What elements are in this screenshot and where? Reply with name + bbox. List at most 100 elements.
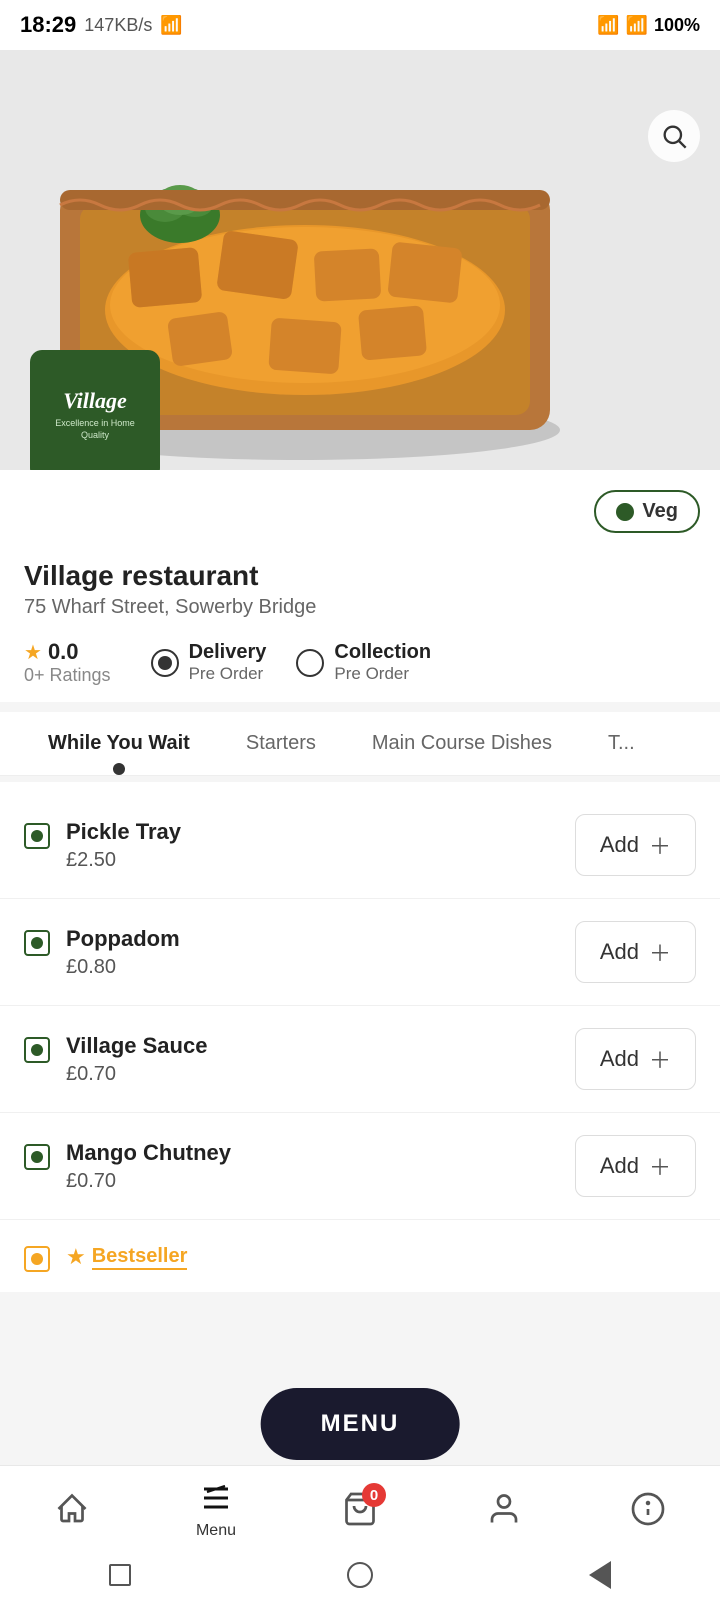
order-options: Delivery Pre Order Collection Pre Order	[151, 641, 432, 684]
collection-labels: Collection Pre Order	[334, 641, 431, 684]
veg-indicator-mango-chutney	[24, 1144, 50, 1170]
menu-icon	[196, 1478, 236, 1518]
bestseller-item-partial: ★ Bestseller	[0, 1220, 720, 1282]
add-label: Add	[600, 1153, 639, 1179]
tab-main-course[interactable]: Main Course Dishes	[344, 712, 580, 775]
item-price-village-sauce: £0.70	[66, 1063, 207, 1086]
nav-menu-label: Menu	[196, 1522, 236, 1540]
rating-stars: ★ 0.0	[24, 639, 79, 665]
network-icons: 📶	[160, 15, 182, 36]
add-button-village-sauce[interactable]: Add ＋	[575, 1028, 696, 1090]
add-label: Add	[600, 832, 639, 858]
network-speed: 147KB/s	[84, 15, 152, 36]
restaurant-address: 75 Wharf Street, Sowerby Bridge	[24, 596, 696, 619]
delivery-radio	[151, 649, 179, 677]
info-icon	[628, 1489, 668, 1529]
add-button-mango-chutney[interactable]: Add ＋	[575, 1135, 696, 1197]
restaurant-logo: Village Excellence in Home Quality	[30, 350, 160, 470]
delivery-label: Delivery	[189, 641, 267, 664]
bestseller-badge: ★ Bestseller	[66, 1244, 187, 1270]
logo-subtitle: Excellence in Home Quality	[40, 418, 150, 441]
veg-dot-orange	[31, 1253, 43, 1265]
menu-item-info: Poppadom £0.80	[66, 926, 180, 979]
add-button-pickle-tray[interactable]: Add ＋	[575, 814, 696, 876]
delivery-labels: Delivery Pre Order	[189, 641, 267, 684]
plus-icon: ＋	[649, 936, 671, 968]
search-button[interactable]	[648, 110, 700, 162]
nav-info[interactable]	[628, 1489, 668, 1529]
menu-items-list: Pickle Tray £2.50 Add ＋ Poppadom £0.80 A…	[0, 782, 720, 1292]
plus-icon: ＋	[649, 829, 671, 861]
veg-indicator-pickle-tray	[24, 823, 50, 849]
veg-dot	[31, 830, 43, 842]
tab-starters[interactable]: Starters	[218, 712, 344, 775]
restaurant-name: Village restaurant	[24, 560, 696, 592]
logo-village: Village	[63, 388, 127, 414]
nav-menu[interactable]: Menu	[196, 1478, 236, 1540]
add-button-poppadom[interactable]: Add ＋	[575, 921, 696, 983]
delivery-radio-inner	[158, 656, 172, 670]
star-icon: ★	[24, 640, 42, 665]
menu-item-mango-chutney: Mango Chutney £0.70 Add ＋	[0, 1113, 720, 1220]
item-price-mango-chutney: £0.70	[66, 1170, 231, 1193]
nav-account[interactable]	[484, 1489, 524, 1529]
recent-apps-icon	[109, 1564, 131, 1586]
menu-item-info: Village Sauce £0.70	[66, 1033, 207, 1086]
home-circle-icon	[347, 1562, 373, 1588]
veg-indicator-poppadom	[24, 930, 50, 956]
category-tabs: While You Wait Starters Main Course Dish…	[0, 712, 720, 776]
status-bar: 18:29 147KB/s 📶 📶 📶 100%	[0, 0, 720, 50]
account-icon	[484, 1489, 524, 1529]
nav-cart[interactable]: 0	[340, 1489, 380, 1529]
collection-radio	[296, 649, 324, 677]
bestseller-label: Bestseller	[92, 1245, 188, 1270]
veg-toggle-label: Veg	[642, 500, 678, 523]
menu-item-left: Pickle Tray £2.50	[24, 819, 181, 872]
menu-item-village-sauce: Village Sauce £0.70 Add ＋	[0, 1006, 720, 1113]
home-button[interactable]	[342, 1557, 378, 1593]
search-icon	[660, 122, 688, 150]
veg-dot	[31, 1044, 43, 1056]
status-time-network: 18:29 147KB/s 📶	[20, 12, 183, 38]
back-arrow-icon	[589, 1561, 611, 1589]
veg-toggle-button[interactable]: Veg	[594, 490, 700, 533]
tab-more[interactable]: T...	[580, 712, 663, 775]
item-price-pickle-tray: £2.50	[66, 849, 181, 872]
veg-indicator-bestseller	[24, 1246, 50, 1272]
plus-icon: ＋	[649, 1150, 671, 1182]
menu-float-button[interactable]: MENU	[261, 1388, 460, 1460]
item-price-poppadom: £0.80	[66, 956, 180, 979]
back-button[interactable]	[582, 1557, 618, 1593]
rating-count: 0+ Ratings	[24, 665, 111, 686]
collection-sublabel: Pre Order	[334, 664, 431, 684]
item-name-village-sauce: Village Sauce	[66, 1033, 207, 1059]
menu-item-pickle-tray: Pickle Tray £2.50 Add ＋	[0, 792, 720, 899]
rating-row: ★ 0.0 0+ Ratings Delivery Pre Order Coll…	[24, 639, 696, 686]
menu-float-label: MENU	[321, 1410, 400, 1437]
bottom-nav: Menu 0	[0, 1465, 720, 1550]
add-label: Add	[600, 939, 639, 965]
system-nav-bar	[0, 1550, 720, 1600]
delivery-sublabel: Pre Order	[189, 664, 267, 684]
item-name-pickle-tray: Pickle Tray	[66, 819, 181, 845]
delivery-option[interactable]: Delivery Pre Order	[151, 641, 267, 684]
menu-item-info: Mango Chutney £0.70	[66, 1140, 231, 1193]
status-icons: 📶 📶 100%	[597, 15, 700, 36]
veg-dot	[31, 937, 43, 949]
signal-icon: 📶	[597, 15, 619, 36]
menu-item-left: Poppadom £0.80	[24, 926, 180, 979]
wifi-icon: 📶	[626, 15, 648, 36]
time: 18:29	[20, 12, 76, 38]
item-name-poppadom: Poppadom	[66, 926, 180, 952]
hero-image: Village Excellence in Home Quality	[0, 50, 720, 470]
rating-number: 0.0	[48, 639, 79, 665]
collection-option[interactable]: Collection Pre Order	[296, 641, 431, 684]
menu-item-left: Mango Chutney £0.70	[24, 1140, 231, 1193]
nav-home[interactable]	[52, 1489, 92, 1529]
plus-icon: ＋	[649, 1043, 671, 1075]
veg-dot-indicator	[616, 503, 634, 521]
home-icon	[52, 1489, 92, 1529]
add-label: Add	[600, 1046, 639, 1072]
recent-apps-button[interactable]	[102, 1557, 138, 1593]
tab-while-you-wait[interactable]: While You Wait	[20, 712, 218, 775]
